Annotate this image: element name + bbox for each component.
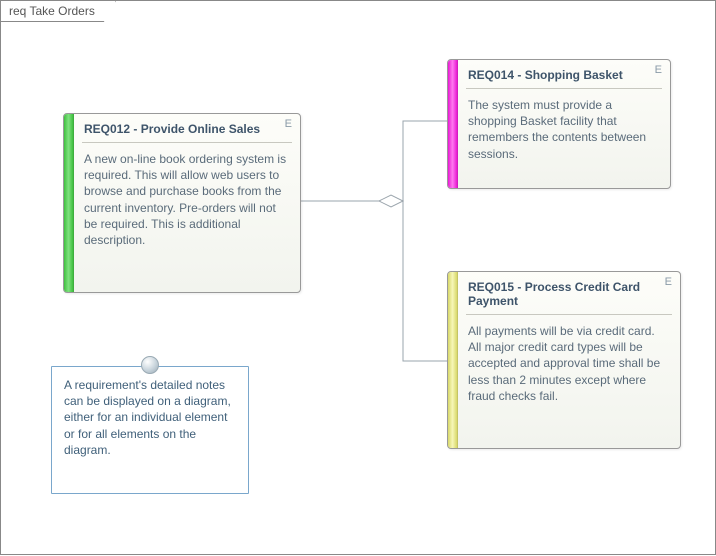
element-marker-icon: E (655, 64, 662, 76)
element-marker-icon: E (285, 118, 292, 130)
requirement-text: All payments will be via credit card. Al… (458, 315, 680, 414)
requirement-text: The system must provide a shopping Baske… (458, 89, 670, 172)
status-stripe-yellow (448, 272, 458, 448)
requirement-title: REQ015 - Process Credit Card Payment (468, 280, 640, 308)
requirement-req015[interactable]: REQ015 - Process Credit Card Payment E A… (447, 271, 681, 449)
requirement-req014[interactable]: REQ014 - Shopping Basket E The system mu… (447, 59, 671, 189)
requirement-req012[interactable]: REQ012 - Provide Online Sales E A new on… (63, 113, 301, 293)
requirement-title: REQ014 - Shopping Basket (468, 68, 623, 82)
diagram-canvas[interactable]: req Take Orders REQ012 - Provide Online … (0, 0, 716, 555)
requirement-title: REQ012 - Provide Online Sales (84, 122, 260, 136)
element-marker-icon: E (665, 276, 672, 288)
frame-title-tab: req Take Orders (1, 1, 116, 22)
status-stripe-green (64, 114, 74, 292)
requirement-text: A new on-line book ordering system is re… (74, 143, 300, 258)
status-stripe-magenta (448, 60, 458, 188)
frame-title: req Take Orders (9, 4, 95, 18)
note-text: A requirement's detailed notes can be di… (64, 377, 236, 458)
note-element[interactable]: A requirement's detailed notes can be di… (51, 366, 249, 494)
pin-icon (141, 356, 159, 374)
